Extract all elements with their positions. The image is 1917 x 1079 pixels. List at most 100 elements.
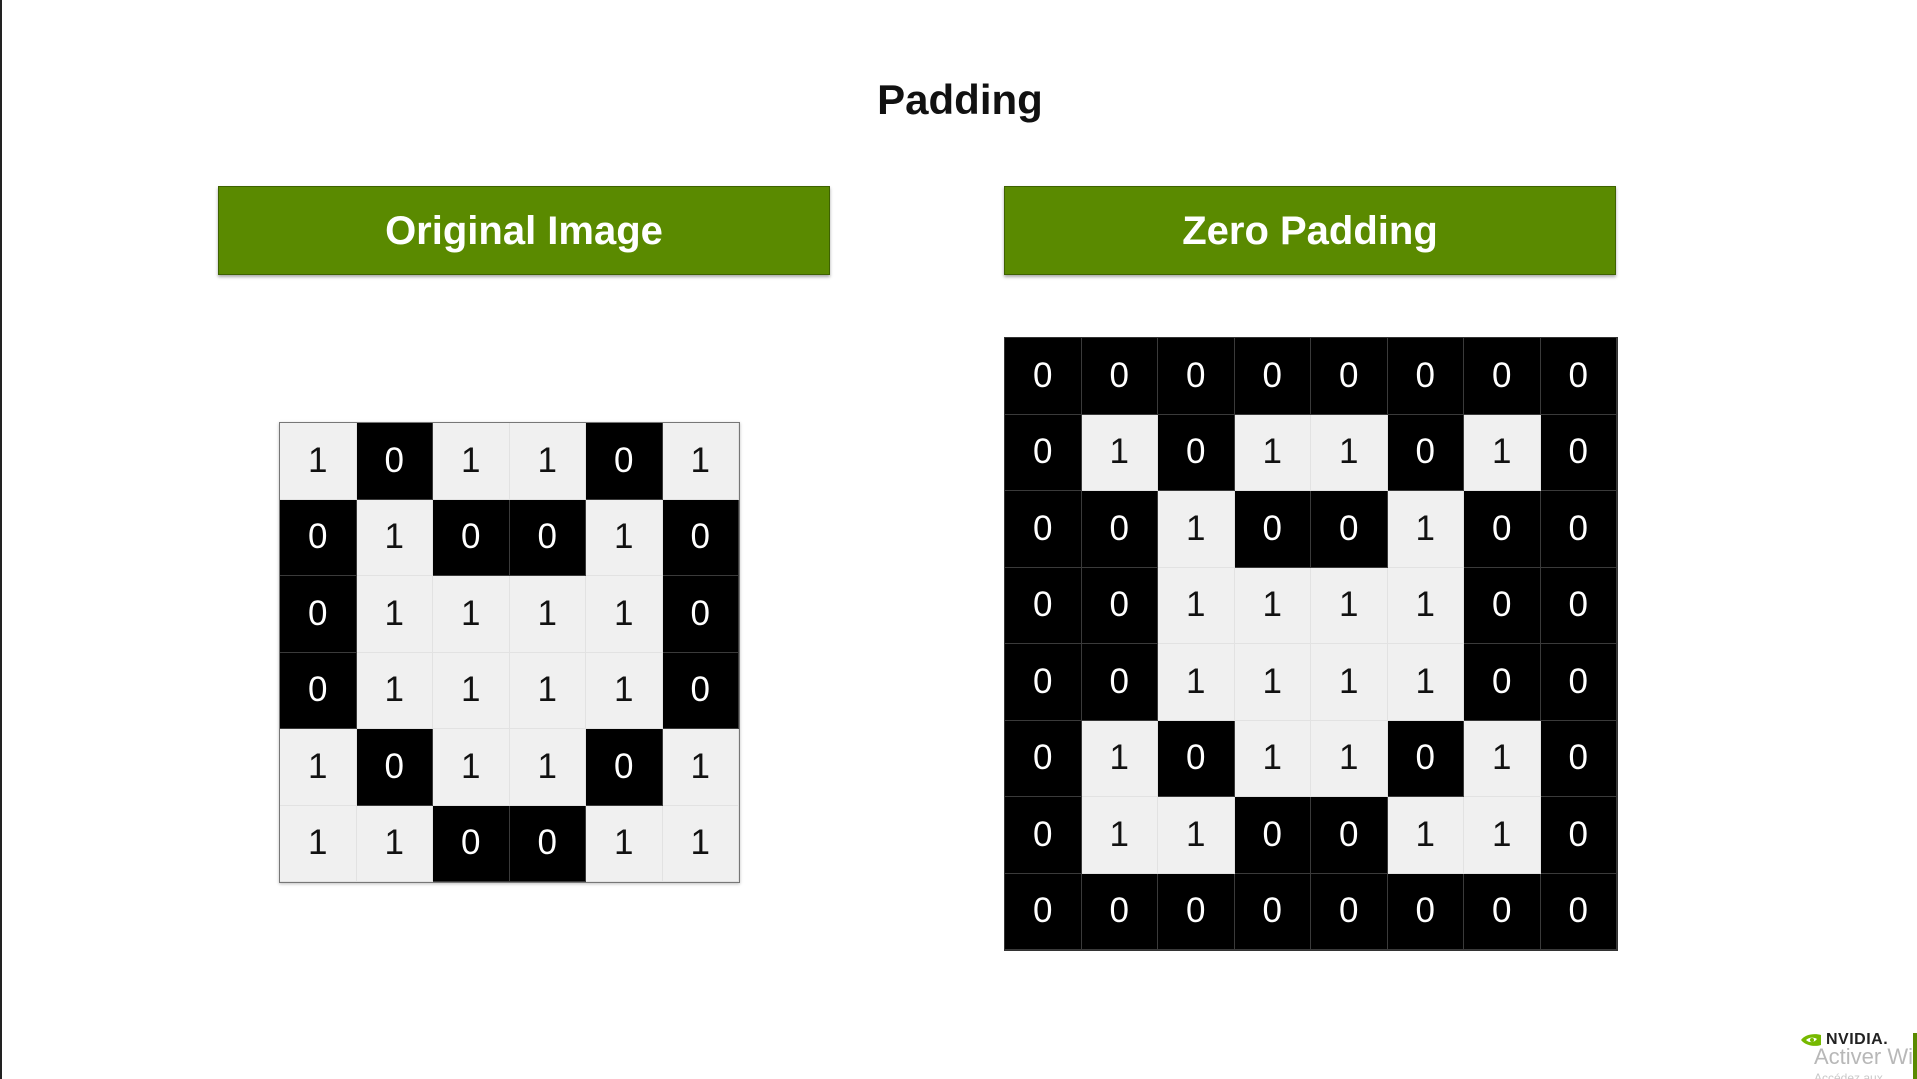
matrix-cell: 0	[280, 576, 357, 653]
slide: Padding Original Image Zero Padding 1011…	[0, 0, 1917, 1079]
matrix-cell: 1	[1234, 720, 1311, 797]
matrix-cell: 1	[586, 652, 663, 729]
matrix-cell: 0	[1540, 797, 1617, 874]
matrix-cell: 1	[1234, 644, 1311, 721]
matrix-cell: 0	[1005, 567, 1082, 644]
matrix-cell: 0	[1005, 338, 1082, 415]
matrix-cell: 1	[1081, 414, 1158, 491]
matrix-cell: 0	[1311, 873, 1388, 950]
matrix-cell: 1	[433, 652, 510, 729]
windows-activation-watermark: Activer Win	[1814, 1044, 1917, 1069]
matrix-cell: 0	[1081, 873, 1158, 950]
windows-activation-subtext: Accédez aux	[1814, 1071, 1883, 1079]
matrix-cell: 0	[1311, 797, 1388, 874]
matrix-cell: 0	[280, 499, 357, 576]
zero-padding-label: Zero Padding	[1182, 208, 1438, 253]
matrix-cell: 0	[1464, 567, 1541, 644]
matrix-cell: 0	[1464, 873, 1541, 950]
matrix-cell: 0	[1540, 414, 1617, 491]
matrix-cell: 0	[1081, 644, 1158, 721]
window-left-border	[0, 0, 2, 1079]
matrix-cell: 1	[1234, 414, 1311, 491]
matrix-cell: 0	[1005, 414, 1082, 491]
matrix-cell: 1	[1311, 567, 1388, 644]
matrix-cell: 1	[1311, 720, 1388, 797]
matrix-cell: 0	[1081, 567, 1158, 644]
matrix-cell: 0	[1234, 338, 1311, 415]
matrix-cell: 1	[509, 576, 586, 653]
matrix-cell: 1	[1464, 797, 1541, 874]
matrix-cell: 1	[433, 576, 510, 653]
matrix-cell: 1	[586, 576, 663, 653]
matrix-cell: 0	[1005, 873, 1082, 950]
matrix-cell: 0	[1387, 720, 1464, 797]
matrix-cell: 0	[356, 729, 433, 806]
matrix-cell: 1	[1464, 720, 1541, 797]
matrix-cell: 0	[1005, 491, 1082, 568]
matrix-cell: 1	[1158, 491, 1235, 568]
original-image-banner: Original Image	[218, 186, 830, 275]
matrix-cell: 0	[1464, 491, 1541, 568]
matrix-cell: 0	[1005, 797, 1082, 874]
matrix-cell: 1	[356, 576, 433, 653]
matrix-cell: 0	[1005, 720, 1082, 797]
matrix-cell: 1	[662, 423, 739, 500]
matrix-cell: 0	[1387, 338, 1464, 415]
matrix-cell: 0	[433, 805, 510, 882]
matrix-cell: 0	[662, 652, 739, 729]
matrix-cell: 0	[1540, 491, 1617, 568]
matrix-cell: 0	[1081, 338, 1158, 415]
matrix-cell: 1	[433, 729, 510, 806]
matrix-cell: 0	[1234, 797, 1311, 874]
matrix-cell: 1	[280, 805, 357, 882]
matrix-cell: 0	[1234, 491, 1311, 568]
matrix-cell: 0	[662, 499, 739, 576]
matrix-cell: 0	[1540, 873, 1617, 950]
matrix-cell: 0	[1158, 720, 1235, 797]
matrix-cell: 0	[1387, 414, 1464, 491]
matrix-cell: 1	[509, 729, 586, 806]
matrix-cell: 1	[586, 499, 663, 576]
matrix-cell: 0	[509, 805, 586, 882]
matrix-cell: 1	[1081, 720, 1158, 797]
matrix-cell: 1	[509, 423, 586, 500]
matrix-cell: 1	[662, 805, 739, 882]
matrix-cell: 0	[1464, 338, 1541, 415]
matrix-cell: 1	[1387, 644, 1464, 721]
original-image-label: Original Image	[385, 208, 663, 253]
matrix-cell: 1	[1387, 567, 1464, 644]
matrix-cell: 0	[1158, 414, 1235, 491]
matrix-cell: 0	[1540, 720, 1617, 797]
matrix-cell: 1	[586, 805, 663, 882]
matrix-cell: 1	[356, 652, 433, 729]
matrix-cell: 0	[356, 423, 433, 500]
matrix-cell: 1	[1311, 414, 1388, 491]
matrix-cell: 0	[1158, 338, 1235, 415]
matrix-cell: 0	[1540, 567, 1617, 644]
zero-padding-banner: Zero Padding	[1004, 186, 1616, 275]
right-edge-accent	[1913, 1033, 1917, 1079]
page-title: Padding	[877, 76, 1043, 123]
matrix-cell: 0	[1311, 491, 1388, 568]
matrix-cell: 1	[280, 729, 357, 806]
matrix-cell: 0	[1158, 873, 1235, 950]
original-image-matrix: 101101010010011110011110101101110011	[279, 422, 740, 883]
matrix-cell: 0	[586, 729, 663, 806]
matrix-cell: 0	[1540, 644, 1617, 721]
matrix-cell: 1	[1081, 797, 1158, 874]
matrix-cell: 1	[1464, 414, 1541, 491]
matrix-cell: 0	[1081, 491, 1158, 568]
matrix-cell: 1	[356, 499, 433, 576]
matrix-cell: 0	[280, 652, 357, 729]
matrix-cell: 1	[433, 423, 510, 500]
matrix-cell: 0	[1005, 644, 1082, 721]
matrix-cell: 0	[1311, 338, 1388, 415]
matrix-cell: 0	[586, 423, 663, 500]
matrix-cell: 1	[356, 805, 433, 882]
matrix-cell: 1	[1158, 644, 1235, 721]
matrix-cell: 1	[1311, 644, 1388, 721]
matrix-cell: 0	[433, 499, 510, 576]
matrix-cell: 1	[280, 423, 357, 500]
matrix-cell: 0	[1387, 873, 1464, 950]
matrix-cell: 1	[509, 652, 586, 729]
